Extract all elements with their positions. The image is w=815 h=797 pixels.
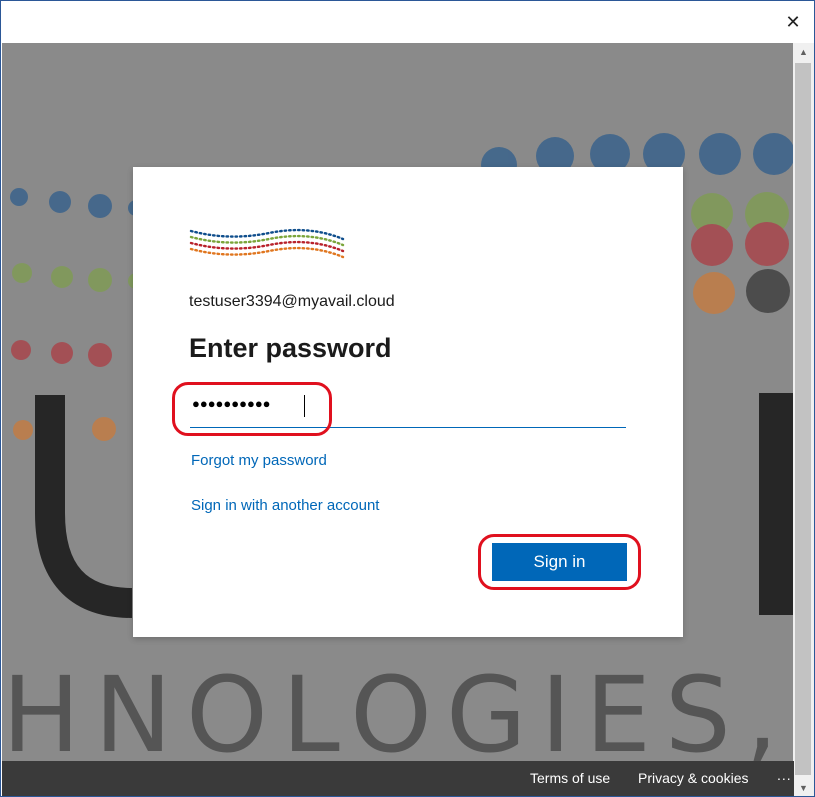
more-options-icon[interactable]: ... (777, 767, 792, 783)
signin-highlight (478, 534, 641, 590)
background-panel: HNOLOGIES, testuser3394@myavail.cloud En… (2, 43, 794, 761)
another-account-link[interactable]: Sign in with another account (191, 497, 379, 514)
scroll-thumb[interactable] (795, 63, 811, 775)
background-company-text: HNOLOGIES, (2, 654, 792, 761)
password-highlight (172, 382, 332, 436)
close-icon: ✕ (785, 11, 801, 32)
page-title: Enter password (189, 333, 392, 363)
scroll-down-icon[interactable]: ▼ (793, 779, 814, 796)
privacy-link[interactable]: Privacy & cookies (638, 770, 748, 786)
account-identity: testuser3394@myavail.cloud (189, 293, 395, 310)
title-bar: ✕ (1, 1, 814, 43)
forgot-password-link[interactable]: Forgot my password (191, 452, 327, 469)
close-button[interactable]: ✕ (770, 1, 814, 43)
signin-card: testuser3394@myavail.cloud Enter passwor… (133, 167, 683, 637)
terms-link[interactable]: Terms of use (530, 770, 610, 786)
footer-bar: Terms of use Privacy & cookies ... (2, 761, 794, 796)
vertical-scrollbar[interactable]: ▲ ▼ (793, 43, 814, 796)
company-logo (189, 228, 345, 259)
dialog-window: ✕ HNOLOGIES, testuser3394@myavail.cloud … (0, 0, 815, 797)
scroll-up-icon[interactable]: ▲ (793, 43, 814, 60)
